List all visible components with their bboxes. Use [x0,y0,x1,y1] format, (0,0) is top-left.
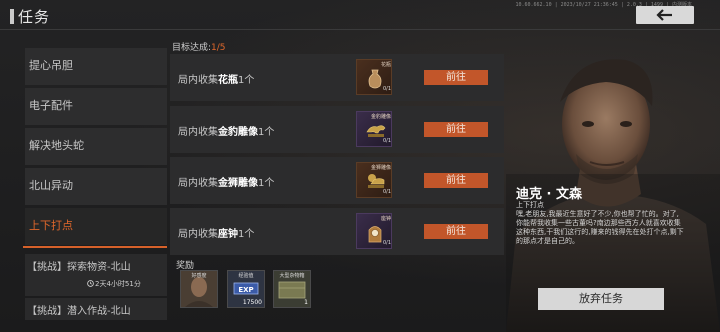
task-text: 局内收集金狮雕像1个 [178,178,275,189]
page-title: 任务 [18,8,51,26]
reward-label: 经验值 [238,273,254,279]
leopard-statue-icon: 金豹雕像 0/1 [356,111,392,147]
sidebar-item-task-2[interactable]: 电子配件 [25,88,167,125]
challenge-label: 【挑战】潜入作战-北山 [27,306,131,317]
task-text: 局内收集花瓶1个 [178,75,255,86]
sidebar-challenge-1[interactable]: 【挑战】探索物资-北山 2天4小时51分 [25,254,167,296]
go-button[interactable]: 前往 [424,224,488,239]
abandon-task-button[interactable]: 放弃任务 [538,288,664,310]
back-button[interactable] [636,6,694,24]
task-row: 局内收集金狮雕像1个 金狮雕像 0/1 前往 [170,157,504,204]
task-row: 局内收集花瓶1个 花瓶 0/1 前往 [170,54,504,101]
task-row: 局内收集座钟1个 座钟 0/1 前往 [170,208,504,255]
objective-progress: 目标达成:1/5 [172,40,226,53]
header: 任务 10.60.662.10 | 2023/10/27 21:36:45 | … [0,0,720,30]
character-dialogue: 嘿,老朋友,我最近生意好了不少,你也帮了忙的。对了,你能帮我收集一些古董吗?南边… [516,210,684,245]
sidebar-item-label: 上下打点 [29,219,73,232]
sidebar-item-label: 解决地头蛇 [29,139,84,152]
objective-label: 目标达成: [172,43,212,53]
challenge-label: 【挑战】探索物资-北山 [27,262,131,273]
lion-statue-icon: 金狮雕像 0/1 [356,162,392,198]
sidebar-item-task-5-selected[interactable]: 上下打点 [23,208,167,248]
sidebar-item-task-3[interactable]: 解决地头蛇 [25,128,167,165]
back-arrow-icon [656,9,672,21]
svg-text:EXP: EXP [238,286,253,294]
clock-icon [87,280,94,287]
sidebar-item-task-1[interactable]: 提心吊胆 [25,48,167,85]
reward-amount: 1 [304,299,308,306]
go-button[interactable]: 前往 [424,173,488,188]
objective-count: 1/5 [211,43,226,53]
sidebar-item-task-4[interactable]: 北山异动 [25,168,167,205]
character-quest-title: 上下打点 [516,201,544,209]
title-accent-bar [10,9,14,24]
task-row: 局内收集金豹雕像1个 金豹雕像 0/1 前往 [170,106,504,153]
reward-label: 好感度 [191,273,207,279]
task-text: 局内收集金豹雕像1个 [178,127,275,138]
reward-label: 大型杂物箱 [279,273,305,279]
mantel-clock-icon: 座钟 0/1 [356,213,392,249]
sidebar-challenge-2[interactable]: 【挑战】潜入作战-北山 [25,298,167,320]
sidebar-item-label: 北山异动 [29,179,73,192]
header-divider [0,29,720,30]
sidebar-item-label: 提心吊胆 [29,59,73,72]
reward-card[interactable]: 大型杂物箱 1 [273,270,311,308]
go-button[interactable]: 前往 [424,122,488,137]
vase-icon: 花瓶 0/1 [356,59,392,95]
task-text: 局内收集座钟1个 [178,229,255,240]
reward-card[interactable]: 好感度 [180,270,218,308]
go-button[interactable]: 前往 [424,70,488,85]
challenge-time: 2天4小时51分 [95,280,141,288]
reward-amount: 17500 [242,299,262,306]
sidebar-item-label: 电子配件 [29,99,73,112]
reward-card[interactable]: EXP 经验值 17500 [227,270,265,308]
selected-underline [23,246,167,248]
